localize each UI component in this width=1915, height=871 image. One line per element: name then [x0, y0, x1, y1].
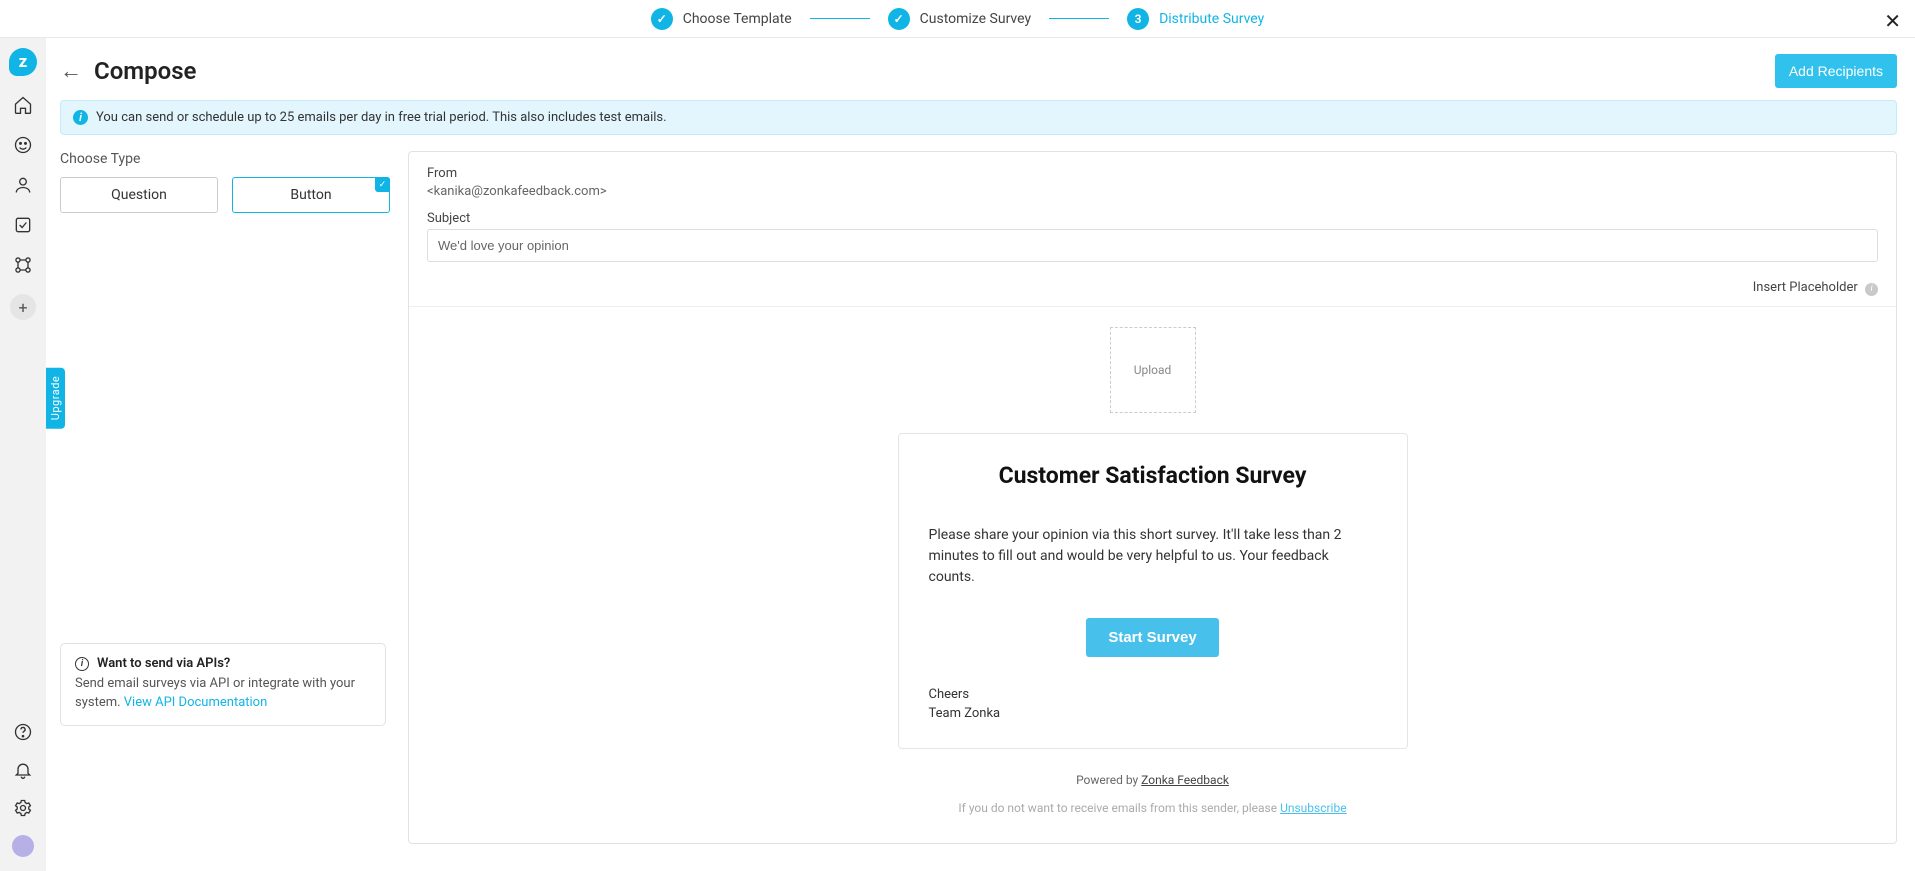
- insert-placeholder-button[interactable]: Insert Placeholder: [1753, 280, 1858, 295]
- subject-input[interactable]: [427, 229, 1878, 262]
- type-option-question[interactable]: Question: [60, 177, 218, 213]
- survey-preview-card: Customer Satisfaction Survey Please shar…: [898, 433, 1408, 749]
- step-number: 3: [1127, 8, 1149, 30]
- step-label: Distribute Survey: [1159, 11, 1264, 27]
- survey-title: Customer Satisfaction Survey: [929, 462, 1377, 489]
- unsubscribe-row: If you do not want to receive emails fro…: [958, 801, 1346, 815]
- page-header: ← Compose Add Recipients: [60, 48, 1897, 100]
- step-label: Customize Survey: [920, 11, 1031, 27]
- unsubscribe-link[interactable]: Unsubscribe: [1280, 801, 1347, 815]
- right-column: From <kanika@zonkafeedback.com> Subject …: [408, 151, 1897, 844]
- main-content: ← Compose Add Recipients i You can send …: [46, 38, 1915, 871]
- home-icon[interactable]: [12, 94, 34, 116]
- page-title: Compose: [94, 57, 196, 85]
- powered-by: Powered by Zonka Feedback: [1076, 773, 1229, 787]
- type-option-button[interactable]: Button: [232, 177, 390, 213]
- powered-by-link[interactable]: Zonka Feedback: [1141, 773, 1229, 787]
- contacts-icon[interactable]: [12, 174, 34, 196]
- info-icon: i: [73, 110, 88, 125]
- email-composer: From <kanika@zonkafeedback.com> Subject …: [408, 151, 1897, 844]
- check-icon: ✓: [651, 8, 673, 30]
- upload-logo-box[interactable]: Upload: [1110, 327, 1196, 413]
- step-label: Choose Template: [683, 11, 792, 27]
- api-card-title: Want to send via APIs?: [97, 656, 230, 671]
- settings-icon[interactable]: [12, 797, 34, 819]
- start-survey-button[interactable]: Start Survey: [1086, 618, 1218, 657]
- logo-icon[interactable]: z: [9, 48, 37, 76]
- signature-line-1: Cheers: [929, 685, 1377, 705]
- step-connector: [810, 18, 870, 19]
- email-body: Upload Customer Satisfaction Survey Plea…: [409, 306, 1896, 843]
- left-column: Choose Type Question Button i Want to se…: [60, 151, 390, 844]
- check-icon: ✓: [888, 8, 910, 30]
- avatar[interactable]: [12, 835, 34, 857]
- stepper: ✓ Choose Template ✓ Customize Survey 3 D…: [651, 8, 1265, 30]
- info-icon: i: [1865, 283, 1878, 296]
- add-button[interactable]: +: [10, 294, 36, 320]
- help-icon[interactable]: [12, 721, 34, 743]
- step-customize-survey[interactable]: ✓ Customize Survey: [888, 8, 1031, 30]
- close-icon[interactable]: ✕: [1884, 9, 1901, 33]
- left-nav-rail: z + Upgrade: [0, 38, 46, 871]
- api-docs-link[interactable]: View API Documentation: [124, 695, 268, 710]
- from-label: From: [427, 166, 1878, 181]
- step-connector: [1049, 18, 1109, 19]
- notifications-icon[interactable]: [12, 759, 34, 781]
- tasks-icon[interactable]: [12, 214, 34, 236]
- workflows-icon[interactable]: [12, 254, 34, 276]
- choose-type-label: Choose Type: [60, 151, 390, 167]
- add-recipients-button[interactable]: Add Recipients: [1775, 54, 1897, 88]
- survey-body-text: Please share your opinion via this short…: [929, 525, 1377, 588]
- back-arrow-icon[interactable]: ←: [60, 58, 82, 84]
- info-banner-text: You can send or schedule up to 25 emails…: [96, 110, 667, 125]
- from-value: <kanika@zonkafeedback.com>: [427, 184, 1878, 199]
- top-stepper-bar: ✓ Choose Template ✓ Customize Survey 3 D…: [0, 0, 1915, 38]
- subject-label: Subject: [427, 211, 1878, 226]
- api-info-card: i Want to send via APIs? Send email surv…: [60, 643, 386, 726]
- survey-icon[interactable]: [12, 134, 34, 156]
- signature-line-2: Team Zonka: [929, 704, 1377, 724]
- step-distribute-survey[interactable]: 3 Distribute Survey: [1127, 8, 1264, 30]
- info-banner: i You can send or schedule up to 25 emai…: [60, 100, 1897, 135]
- step-choose-template[interactable]: ✓ Choose Template: [651, 8, 792, 30]
- info-outline-icon: i: [75, 657, 89, 671]
